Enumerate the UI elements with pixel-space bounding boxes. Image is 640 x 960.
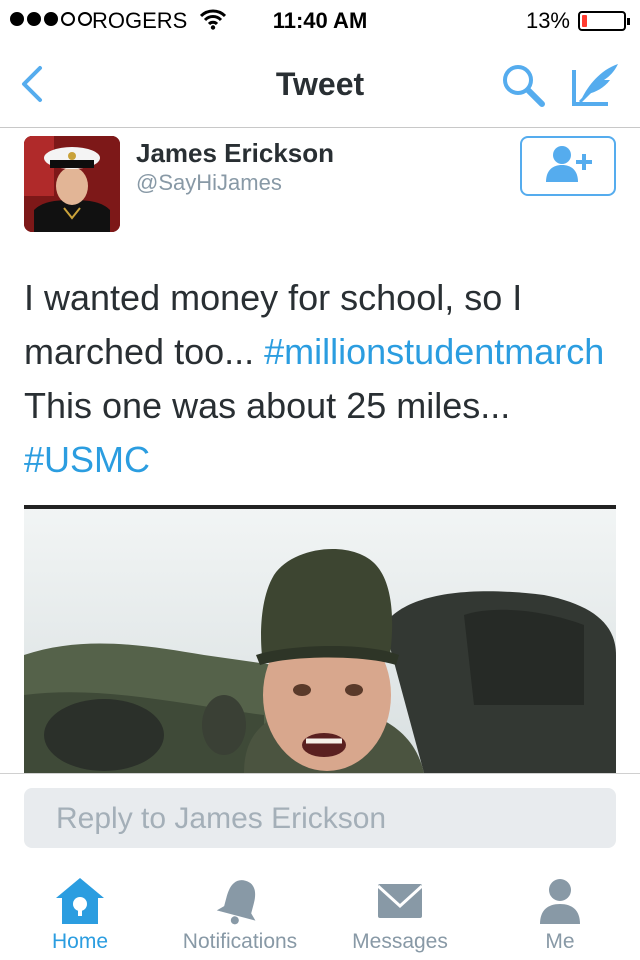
search-icon[interactable] [498, 60, 548, 110]
battery-percent: 13% [525, 8, 570, 33]
envelope-icon [374, 876, 426, 926]
compose-quill-icon[interactable] [570, 60, 622, 110]
follow-button[interactable] [520, 136, 616, 196]
tab-label: Me [545, 930, 575, 953]
tab-label: Messages [352, 930, 448, 953]
tab-home[interactable]: Home [0, 862, 160, 960]
avatar[interactable] [24, 136, 120, 232]
tweet-text-segment: This one was about 25 miles... [24, 385, 511, 426]
add-user-icon [544, 144, 592, 189]
tab-messages[interactable]: Messages [320, 862, 480, 960]
hashtag-link[interactable]: #millionstudentmarch [264, 331, 604, 372]
hashtag-link[interactable]: #USMC [24, 439, 150, 480]
tab-label: Home [51, 930, 109, 953]
reply-input[interactable]: Reply to James Erickson [24, 788, 616, 848]
tab-bar: Home Notifications Messages Me [0, 862, 640, 960]
author-name[interactable]: James Erickson [136, 138, 334, 169]
battery-level-fill [582, 15, 587, 27]
author-handle[interactable]: @SayHiJames [136, 170, 282, 196]
navigation-bar: Tweet [0, 40, 640, 128]
status-bar: ROGERS 11:40 AM 13% [0, 0, 640, 40]
tab-me[interactable]: Me [480, 862, 640, 960]
tweet-text: I wanted money for school, so I marched … [24, 271, 614, 487]
bell-icon [214, 876, 266, 926]
person-icon [534, 876, 586, 926]
home-icon [54, 876, 106, 926]
tab-label: Notifications [182, 930, 298, 953]
battery-icon [578, 11, 630, 31]
divider [0, 773, 640, 774]
tweet-author: James Erickson @SayHiJames [0, 128, 640, 238]
tweet-photo[interactable] [24, 505, 616, 773]
tab-notifications[interactable]: Notifications [160, 862, 320, 960]
